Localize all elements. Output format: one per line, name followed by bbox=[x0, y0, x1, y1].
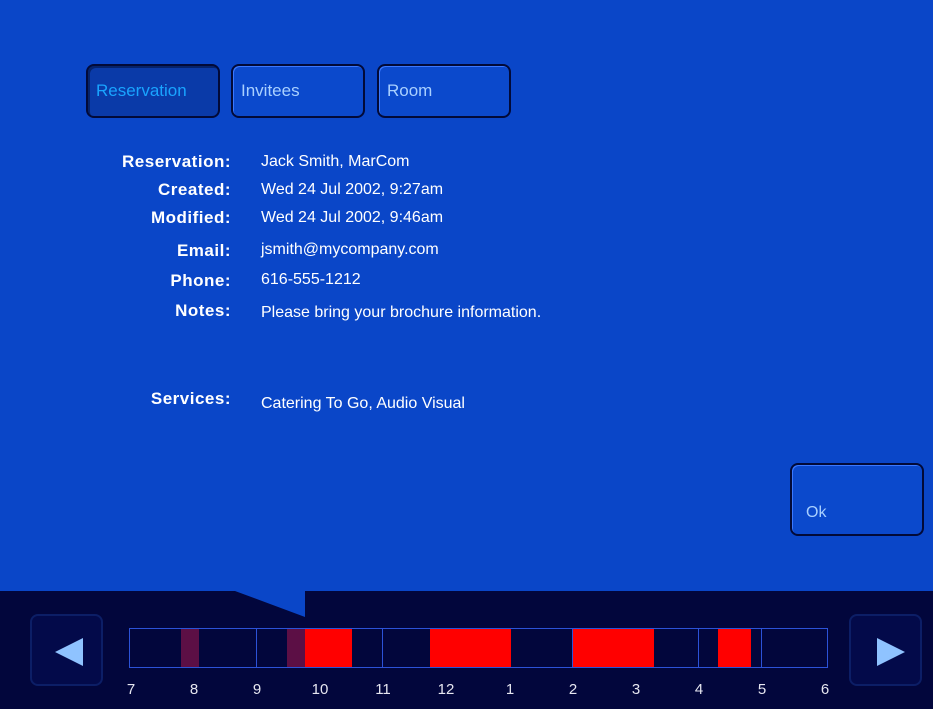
booked-slot[interactable] bbox=[430, 629, 511, 667]
email-label: Email: bbox=[176, 241, 231, 260]
tentative-booking[interactable] bbox=[181, 629, 199, 667]
schedule-timeline[interactable] bbox=[129, 628, 828, 668]
modified-label: Modified: bbox=[150, 208, 231, 227]
services-value: Catering To Go, Audio Visual bbox=[261, 395, 465, 412]
modified-value: Wed 24 Jul 2002, 9:46am bbox=[261, 209, 444, 226]
services-label: Services: bbox=[150, 389, 231, 408]
hour-label: 12 bbox=[437, 681, 455, 698]
notes-label: Notes: bbox=[175, 301, 231, 320]
right-triangle-icon bbox=[877, 638, 905, 666]
created-value: Wed 24 Jul 2002, 9:27am bbox=[261, 181, 444, 198]
notes-value: Please bring your brochure information. bbox=[261, 304, 542, 321]
tab-label: Room bbox=[387, 81, 433, 100]
tab-label: Reservation bbox=[96, 81, 187, 100]
booked-slot[interactable] bbox=[718, 629, 751, 667]
hour-label: 8 bbox=[189, 681, 199, 698]
reservation-label: Reservation: bbox=[122, 152, 231, 171]
email-value: jsmith@mycompany.com bbox=[261, 241, 439, 258]
created-label: Created: bbox=[158, 180, 231, 199]
hour-label: 1 bbox=[505, 681, 515, 698]
tab-label: Invitees bbox=[241, 81, 300, 100]
booked-slot[interactable] bbox=[305, 629, 352, 667]
prev-day-button[interactable] bbox=[30, 614, 103, 686]
left-triangle-icon bbox=[55, 638, 83, 666]
hour-label: 10 bbox=[311, 681, 329, 698]
current-time-pointer bbox=[235, 591, 305, 617]
hour-label: 5 bbox=[757, 681, 767, 698]
booked-slot[interactable] bbox=[573, 629, 654, 667]
phone-label: Phone: bbox=[170, 271, 231, 290]
hour-label: 11 bbox=[375, 681, 391, 698]
tentative-booking[interactable] bbox=[287, 629, 305, 667]
hour-label: 3 bbox=[631, 681, 641, 698]
hour-label: 7 bbox=[126, 681, 136, 698]
ok-label: Ok bbox=[806, 504, 827, 521]
timeline-slot bbox=[761, 628, 828, 668]
hour-label: 4 bbox=[694, 681, 704, 698]
timeline-slot bbox=[508, 628, 573, 668]
hour-label: 6 bbox=[820, 681, 830, 698]
timeline-slot bbox=[192, 628, 257, 668]
reservation-panel: Reservation Invitees Room Reservation: J… bbox=[0, 0, 933, 594]
reservation-value: Jack Smith, MarCom bbox=[261, 153, 410, 170]
phone-value: 616-555-1212 bbox=[261, 271, 361, 288]
tab-invitees[interactable]: Invitees bbox=[231, 64, 365, 118]
ok-button[interactable]: Ok bbox=[790, 463, 924, 536]
hour-label: 2 bbox=[568, 681, 578, 698]
tab-room[interactable]: Room bbox=[377, 64, 511, 118]
next-day-button[interactable] bbox=[849, 614, 922, 686]
tab-reservation[interactable]: Reservation bbox=[86, 64, 220, 118]
hour-label: 9 bbox=[252, 681, 262, 698]
